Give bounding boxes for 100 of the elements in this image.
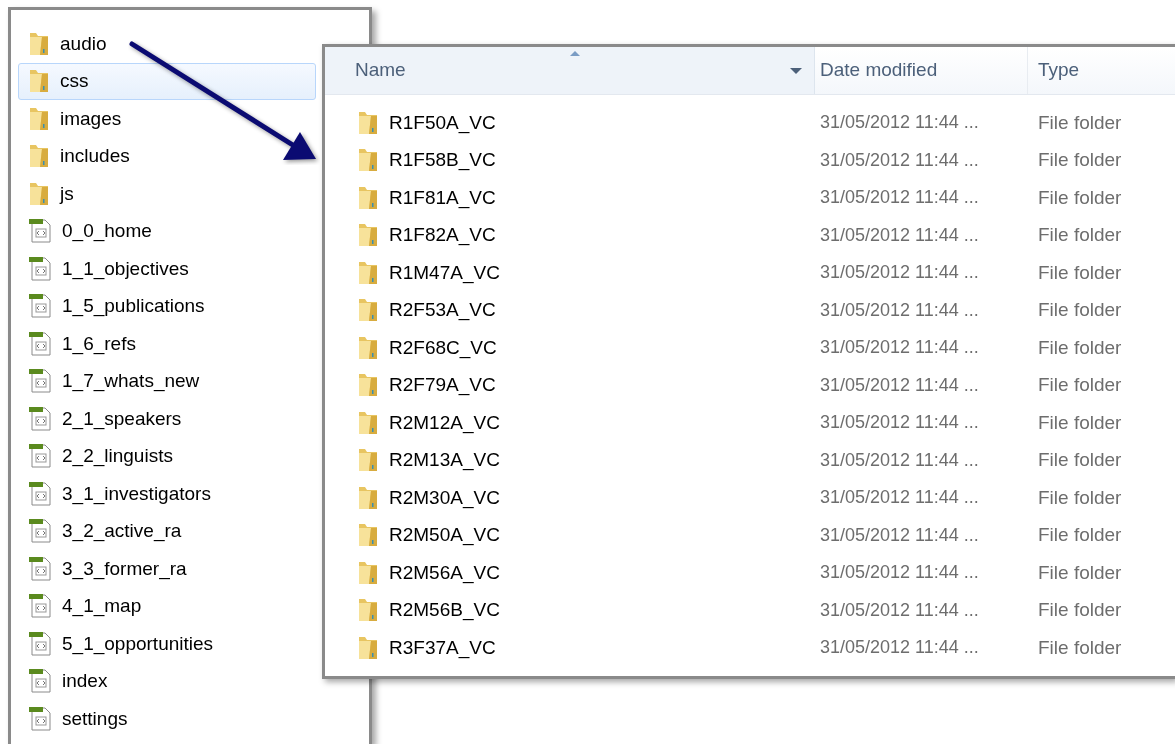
folder-name[interactable]: R2M50A_VC — [389, 521, 500, 550]
folder-icon — [357, 109, 379, 136]
date-cell-text: 31/05/2012 11:44 ... — [819, 448, 980, 472]
date-cell-text: 31/05/2012 11:44 ... — [819, 486, 980, 510]
folder-icon — [357, 484, 379, 511]
column-header[interactable]: Name — [325, 47, 815, 94]
file-list-item[interactable]: index — [18, 662, 113, 700]
date-cell-text: 31/05/2012 11:44 ... — [819, 223, 980, 247]
folder-icon — [28, 68, 50, 95]
web-page-icon — [28, 593, 52, 620]
folder-name[interactable]: R1M47A_VC — [389, 258, 500, 287]
date-cell-text: 31/05/2012 11:44 ... — [819, 261, 980, 285]
date-cell-text: 31/05/2012 11:44 ... — [819, 523, 980, 547]
folder-icon — [357, 222, 379, 249]
file-list-item[interactable]: 3_1_investigators — [18, 475, 216, 513]
file-list-item[interactable]: audio — [18, 25, 112, 63]
date-cell-text: 31/05/2012 11:44 ... — [819, 598, 980, 622]
web-page-icon — [28, 218, 52, 245]
date-cell-text: 31/05/2012 11:44 ... — [819, 636, 980, 660]
folder-icon — [357, 334, 379, 361]
folder-icon — [357, 409, 379, 436]
folder-name[interactable]: R2M56B_VC — [389, 596, 500, 625]
folder-icon — [357, 297, 379, 324]
folder-icon — [357, 259, 379, 286]
file-list-item[interactable]: js — [18, 175, 79, 213]
type-cell-text: File folder — [1037, 373, 1122, 397]
web-page-icon — [28, 630, 52, 657]
type-cell-text: File folder — [1037, 110, 1122, 135]
file-list-item[interactable]: 1_5_publications — [18, 287, 210, 325]
type-cell-text: File folder — [1037, 335, 1122, 360]
folder-icon — [357, 559, 379, 586]
web-page-icon — [28, 480, 52, 507]
file-list-item[interactable]: 0_0_home — [18, 212, 157, 250]
folder-icon — [357, 184, 379, 211]
file-list-item[interactable]: 3_3_former_ra — [18, 550, 192, 588]
web-page-icon — [28, 255, 52, 282]
folder-icon — [357, 597, 379, 624]
file-list-item[interactable]: 1_7_whats_new — [18, 362, 205, 400]
date-cell-text: 31/05/2012 11:44 ... — [819, 148, 980, 172]
folder-icon — [28, 105, 50, 132]
date-cell-text: 31/05/2012 11:44 ... — [819, 561, 980, 585]
type-cell-text: File folder — [1037, 185, 1122, 210]
date-cell-text: 31/05/2012 11:44 ... — [819, 186, 980, 210]
type-cell-text: File folder — [1037, 485, 1122, 510]
folder-name[interactable]: R2F79A_VC — [389, 371, 496, 400]
folder-icon — [357, 147, 379, 174]
web-page-icon — [28, 668, 52, 695]
file-list-item[interactable]: 4_1_map — [18, 587, 147, 625]
date-cell-text: 31/05/2012 11:44 ... — [819, 373, 980, 397]
type-cell-text: File folder — [1037, 260, 1122, 285]
file-list-item[interactable]: 2_2_linguists — [18, 437, 178, 475]
folder-icon — [357, 447, 379, 474]
folder-name[interactable]: R2M12A_VC — [389, 408, 500, 437]
web-page-icon — [28, 555, 52, 582]
folder-icon — [28, 30, 50, 57]
file-list-item[interactable]: css — [18, 62, 316, 100]
folder-name[interactable]: R2M13A_VC — [389, 446, 500, 475]
type-cell-text: File folder — [1037, 410, 1122, 435]
folder-name[interactable]: R2M30A_VC — [389, 483, 500, 512]
file-list-item[interactable]: 1_6_refs — [18, 325, 141, 363]
folder-name[interactable]: R3F37A_VC — [389, 633, 496, 662]
type-cell-text: File folder — [1037, 448, 1122, 472]
column-header[interactable]: Type — [1028, 47, 1175, 94]
folder-icon — [28, 180, 50, 207]
file-list-item[interactable]: 1_1_objectives — [18, 250, 194, 288]
type-cell-text: File folder — [1037, 598, 1122, 622]
folder-icon — [357, 372, 379, 399]
web-page-icon — [28, 705, 52, 732]
type-cell-text: File folder — [1037, 148, 1122, 172]
date-cell-text: 31/05/2012 11:44 ... — [819, 336, 980, 360]
dropdown-caret-icon[interactable] — [789, 67, 803, 75]
date-cell-text: 31/05/2012 11:44 ... — [819, 111, 980, 135]
date-cell-text: 31/05/2012 11:44 ... — [819, 411, 980, 435]
folder-icon — [357, 522, 379, 549]
folder-name[interactable]: R2F68C_VC — [389, 333, 497, 362]
folder-name[interactable]: R1F82A_VC — [389, 221, 496, 250]
file-list-item[interactable]: 5_1_opportunities — [18, 625, 219, 663]
folder-name[interactable]: R1F81A_VC — [389, 183, 496, 212]
web-page-icon — [28, 443, 52, 470]
file-list-item[interactable]: 3_2_active_ra — [18, 512, 187, 550]
file-list-item[interactable]: images — [18, 100, 127, 138]
date-cell-text: 31/05/2012 11:44 ... — [819, 298, 980, 322]
folder-icon — [357, 634, 379, 661]
web-page-icon — [28, 368, 52, 395]
type-cell-text: File folder — [1037, 523, 1122, 547]
type-cell-text: File folder — [1037, 635, 1122, 660]
file-list-item[interactable]: 2_1_speakers — [18, 400, 187, 438]
column-header[interactable]: Date modified — [815, 47, 1028, 94]
folder-name[interactable]: R1F50A_VC — [389, 108, 496, 137]
sort-ascending-icon — [569, 50, 581, 57]
folder-icon — [28, 143, 50, 170]
file-list-item[interactable]: settings — [18, 700, 133, 738]
folder-name[interactable]: R2M56A_VC — [389, 558, 500, 587]
web-page-icon — [28, 293, 52, 320]
type-cell-text: File folder — [1037, 223, 1122, 247]
folder-name[interactable]: R1F58B_VC — [389, 146, 496, 175]
file-list-item[interactable]: includes — [18, 137, 135, 175]
web-page-icon — [28, 518, 52, 545]
web-page-icon — [28, 405, 52, 432]
folder-name[interactable]: R2F53A_VC — [389, 296, 496, 325]
